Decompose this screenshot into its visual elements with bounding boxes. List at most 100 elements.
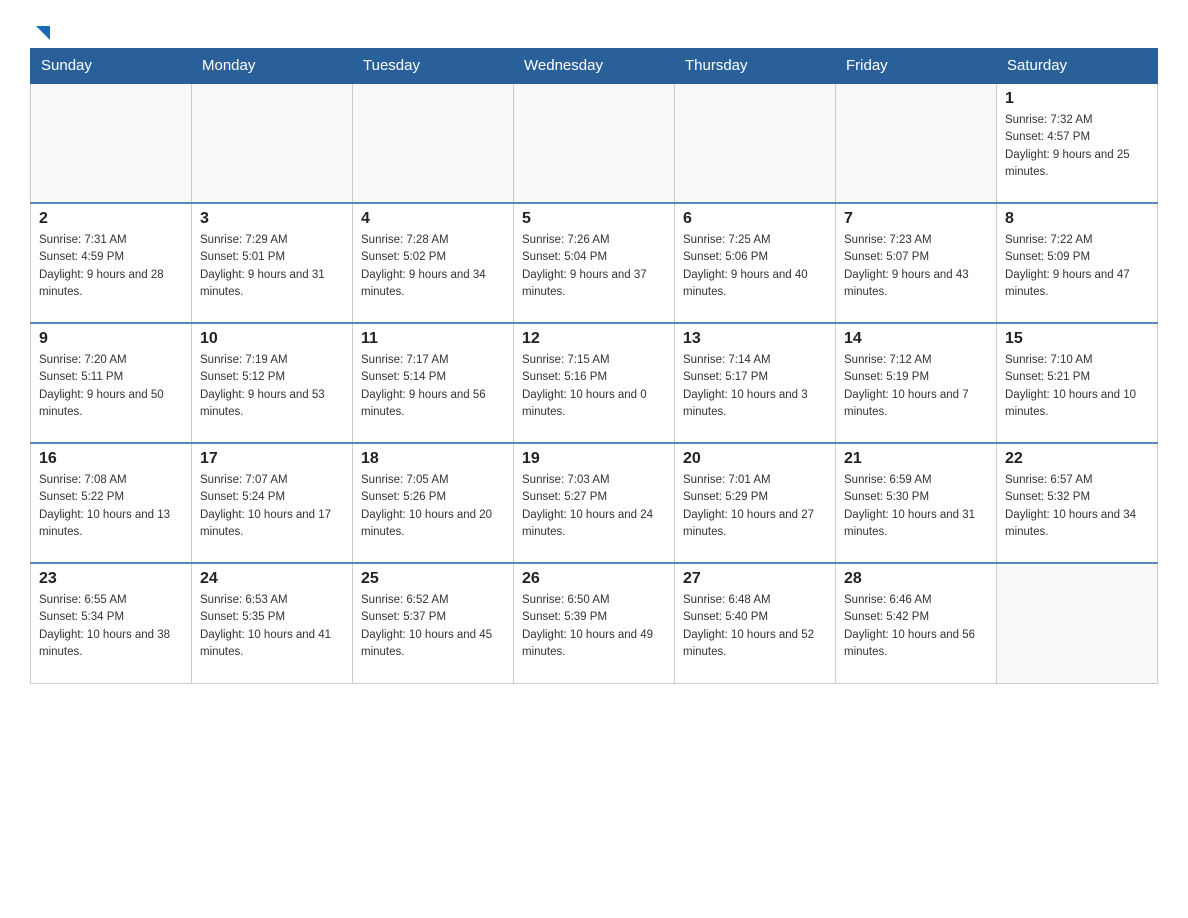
day-number: 24 <box>200 570 344 588</box>
day-info: Sunrise: 7:12 AMSunset: 5:19 PMDaylight:… <box>844 352 988 421</box>
day-number: 2 <box>39 210 183 228</box>
calendar-cell: 26 Sunrise: 6:50 AMSunset: 5:39 PMDayligh… <box>514 563 675 683</box>
calendar-cell <box>836 83 997 203</box>
day-info: Sunrise: 7:05 AMSunset: 5:26 PMDaylight:… <box>361 472 505 541</box>
day-number: 20 <box>683 450 827 468</box>
day-info: Sunrise: 7:07 AMSunset: 5:24 PMDaylight:… <box>200 472 344 541</box>
day-info: Sunrise: 7:23 AMSunset: 5:07 PMDaylight:… <box>844 232 988 301</box>
calendar-cell: 1Sunrise: 7:32 AMSunset: 4:57 PMDaylight… <box>997 83 1158 203</box>
calendar-table: SundayMondayTuesdayWednesdayThursdayFrid… <box>30 48 1158 684</box>
day-info: Sunrise: 7:17 AMSunset: 5:14 PMDaylight:… <box>361 352 505 421</box>
week-row-2: 2 Sunrise: 7:31 AMSunset: 4:59 PMDaylight… <box>31 203 1158 323</box>
calendar-cell: 8 Sunrise: 7:22 AMSunset: 5:09 PMDaylight… <box>997 203 1158 323</box>
calendar-cell: 9 Sunrise: 7:20 AMSunset: 5:11 PMDaylight… <box>31 323 192 443</box>
calendar-cell: 17 Sunrise: 7:07 AMSunset: 5:24 PMDayligh… <box>192 443 353 563</box>
calendar-cell: 19 Sunrise: 7:03 AMSunset: 5:27 PMDayligh… <box>514 443 675 563</box>
day-info: Sunrise: 7:28 AMSunset: 5:02 PMDaylight:… <box>361 232 505 301</box>
calendar-cell <box>31 83 192 203</box>
calendar-header-row: SundayMondayTuesdayWednesdayThursdayFrid… <box>31 49 1158 84</box>
day-number: 6 <box>683 210 827 228</box>
day-info: Sunrise: 6:50 AMSunset: 5:39 PMDaylight:… <box>522 592 666 661</box>
day-number: 28 <box>844 570 988 588</box>
calendar-cell: 14 Sunrise: 7:12 AMSunset: 5:19 PMDayligh… <box>836 323 997 443</box>
day-number: 26 <box>522 570 666 588</box>
calendar-cell: 13 Sunrise: 7:14 AMSunset: 5:17 PMDayligh… <box>675 323 836 443</box>
day-info: Sunrise: 7:14 AMSunset: 5:17 PMDaylight:… <box>683 352 827 421</box>
week-row-1: 1Sunrise: 7:32 AMSunset: 4:57 PMDaylight… <box>31 83 1158 203</box>
week-row-5: 23 Sunrise: 6:55 AMSunset: 5:34 PMDayligh… <box>31 563 1158 683</box>
day-number: 11 <box>361 330 505 348</box>
week-row-3: 9 Sunrise: 7:20 AMSunset: 5:11 PMDaylight… <box>31 323 1158 443</box>
week-row-4: 16Sunrise: 7:08 AMSunset: 5:22 PMDayligh… <box>31 443 1158 563</box>
day-number: 3 <box>200 210 344 228</box>
calendar-cell: 24 Sunrise: 6:53 AMSunset: 5:35 PMDayligh… <box>192 563 353 683</box>
day-number: 21 <box>844 450 988 468</box>
day-number: 23 <box>39 570 183 588</box>
calendar-cell: 4 Sunrise: 7:28 AMSunset: 5:02 PMDaylight… <box>353 203 514 323</box>
calendar-cell: 5 Sunrise: 7:26 AMSunset: 5:04 PMDaylight… <box>514 203 675 323</box>
day-info: Sunrise: 6:55 AMSunset: 5:34 PMDaylight:… <box>39 592 183 661</box>
day-info: Sunrise: 7:29 AMSunset: 5:01 PMDaylight:… <box>200 232 344 301</box>
day-number: 13 <box>683 330 827 348</box>
day-number: 9 <box>39 330 183 348</box>
day-number: 5 <box>522 210 666 228</box>
day-info: Sunrise: 6:53 AMSunset: 5:35 PMDaylight:… <box>200 592 344 661</box>
day-number: 12 <box>522 330 666 348</box>
calendar-cell <box>353 83 514 203</box>
calendar-cell: 3 Sunrise: 7:29 AMSunset: 5:01 PMDaylight… <box>192 203 353 323</box>
day-info: Sunrise: 7:20 AMSunset: 5:11 PMDaylight:… <box>39 352 183 421</box>
weekday-header-tuesday: Tuesday <box>353 49 514 84</box>
day-info: Sunrise: 7:22 AMSunset: 5:09 PMDaylight:… <box>1005 232 1149 301</box>
day-info: Sunrise: 6:46 AMSunset: 5:42 PMDaylight:… <box>844 592 988 661</box>
logo-triangle-icon <box>32 22 54 44</box>
calendar-cell: 12 Sunrise: 7:15 AMSunset: 5:16 PMDayligh… <box>514 323 675 443</box>
day-info: Sunrise: 6:59 AMSunset: 5:30 PMDaylight:… <box>844 472 988 541</box>
calendar-cell: 23 Sunrise: 6:55 AMSunset: 5:34 PMDayligh… <box>31 563 192 683</box>
calendar-cell: 10Sunrise: 7:19 AMSunset: 5:12 PMDayligh… <box>192 323 353 443</box>
weekday-header-monday: Monday <box>192 49 353 84</box>
day-info: Sunrise: 7:31 AMSunset: 4:59 PMDaylight:… <box>39 232 183 301</box>
day-info: Sunrise: 7:25 AMSunset: 5:06 PMDaylight:… <box>683 232 827 301</box>
calendar-cell: 28 Sunrise: 6:46 AMSunset: 5:42 PMDayligh… <box>836 563 997 683</box>
day-number: 27 <box>683 570 827 588</box>
day-number: 16 <box>39 450 183 468</box>
weekday-header-friday: Friday <box>836 49 997 84</box>
day-info: Sunrise: 7:01 AMSunset: 5:29 PMDaylight:… <box>683 472 827 541</box>
calendar-cell: 22Sunrise: 6:57 AMSunset: 5:32 PMDayligh… <box>997 443 1158 563</box>
weekday-header-thursday: Thursday <box>675 49 836 84</box>
calendar-cell <box>192 83 353 203</box>
logo <box>30 20 54 38</box>
day-number: 4 <box>361 210 505 228</box>
page-header <box>30 20 1158 38</box>
day-info: Sunrise: 7:10 AMSunset: 5:21 PMDaylight:… <box>1005 352 1149 421</box>
weekday-header-saturday: Saturday <box>997 49 1158 84</box>
day-number: 18 <box>361 450 505 468</box>
weekday-header-wednesday: Wednesday <box>514 49 675 84</box>
calendar-cell: 20 Sunrise: 7:01 AMSunset: 5:29 PMDayligh… <box>675 443 836 563</box>
day-number: 19 <box>522 450 666 468</box>
day-number: 15 <box>1005 330 1149 348</box>
calendar-cell <box>997 563 1158 683</box>
day-number: 7 <box>844 210 988 228</box>
calendar-cell: 16Sunrise: 7:08 AMSunset: 5:22 PMDayligh… <box>31 443 192 563</box>
day-number: 14 <box>844 330 988 348</box>
day-info: Sunrise: 7:26 AMSunset: 5:04 PMDaylight:… <box>522 232 666 301</box>
day-number: 22 <box>1005 450 1149 468</box>
calendar-cell: 6 Sunrise: 7:25 AMSunset: 5:06 PMDaylight… <box>675 203 836 323</box>
day-info: Sunrise: 7:32 AMSunset: 4:57 PMDaylight:… <box>1005 112 1149 181</box>
day-info: Sunrise: 7:19 AMSunset: 5:12 PMDaylight:… <box>200 352 344 421</box>
calendar-cell <box>675 83 836 203</box>
day-number: 8 <box>1005 210 1149 228</box>
calendar-cell: 27 Sunrise: 6:48 AMSunset: 5:40 PMDayligh… <box>675 563 836 683</box>
day-info: Sunrise: 6:52 AMSunset: 5:37 PMDaylight:… <box>361 592 505 661</box>
day-info: Sunrise: 7:15 AMSunset: 5:16 PMDaylight:… <box>522 352 666 421</box>
day-number: 17 <box>200 450 344 468</box>
calendar-cell: 15 Sunrise: 7:10 AMSunset: 5:21 PMDayligh… <box>997 323 1158 443</box>
calendar-cell <box>514 83 675 203</box>
calendar-cell: 7 Sunrise: 7:23 AMSunset: 5:07 PMDaylight… <box>836 203 997 323</box>
day-info: Sunrise: 6:48 AMSunset: 5:40 PMDaylight:… <box>683 592 827 661</box>
calendar-cell: 18 Sunrise: 7:05 AMSunset: 5:26 PMDayligh… <box>353 443 514 563</box>
calendar-cell: 25Sunrise: 6:52 AMSunset: 5:37 PMDayligh… <box>353 563 514 683</box>
day-info: Sunrise: 7:03 AMSunset: 5:27 PMDaylight:… <box>522 472 666 541</box>
calendar-cell: 2 Sunrise: 7:31 AMSunset: 4:59 PMDaylight… <box>31 203 192 323</box>
